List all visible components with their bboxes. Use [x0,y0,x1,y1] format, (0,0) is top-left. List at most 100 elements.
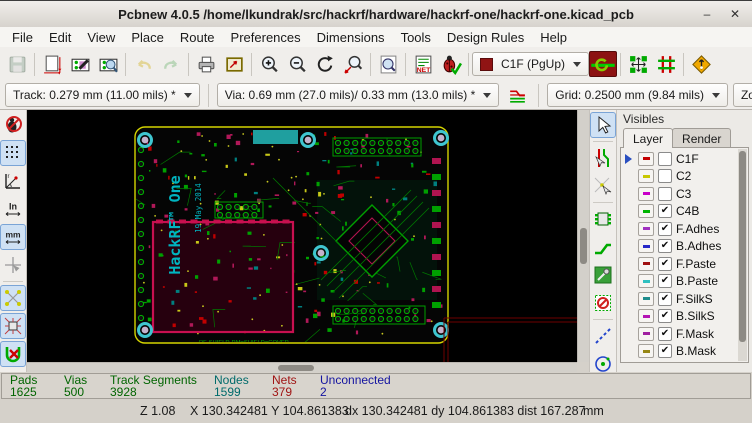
menu-tools[interactable]: Tools [393,29,439,46]
select-tool-button[interactable] [590,112,616,138]
layer-color-swatch[interactable] [638,152,654,166]
footprint-editor-button[interactable] [66,50,94,78]
layer-color-swatch[interactable] [638,309,654,323]
hscroll-thumb[interactable] [278,365,314,371]
via-size-combo[interactable]: Via: 0.69 mm (27.0 mils)/ 0.33 mm (13.0 … [217,83,500,107]
drc-off-button[interactable] [0,112,26,138]
layer-row[interactable]: B.Adhes [625,238,748,256]
save-button[interactable] [3,50,31,78]
print-button[interactable] [192,50,220,78]
footprint-browser-button[interactable] [94,50,122,78]
zoom-out-button[interactable] [283,50,311,78]
units-mm-button[interactable]: mm [0,224,26,250]
layer-row[interactable]: F.Adhes [625,220,748,238]
auto-delete-track-button[interactable] [0,341,26,367]
refresh-view-button[interactable] [311,50,339,78]
grid-combo[interactable]: Grid: 0.2500 mm (9.84 mils) [547,83,728,107]
vscroll-thumb[interactable] [580,228,587,264]
menu-help[interactable]: Help [532,29,575,46]
layer-row[interactable]: B.Paste [625,273,748,291]
menu-view[interactable]: View [79,29,123,46]
layer-color-swatch[interactable] [638,344,654,358]
layer-color-swatch[interactable] [638,292,654,306]
options-toolbar: Track: 0.279 mm (11.00 mils) * Via: 0.69… [0,81,752,110]
layer-color-swatch[interactable] [638,257,654,271]
menu-route[interactable]: Route [172,29,223,46]
layer-row[interactable]: F.SilkS [625,290,748,308]
local-ratsnest-button[interactable] [590,173,616,199]
layer-row[interactable]: C1F [625,150,748,168]
cursor-shape-button[interactable] [0,252,26,278]
layer-color-swatch[interactable] [638,239,654,253]
pcb-canvas[interactable]: HackRF™ One 19 May 2014 http://greatscot… [27,110,577,362]
layer-visibility-checkbox[interactable] [658,239,672,253]
layer-list-scrollbar[interactable] [738,149,747,361]
layer-row[interactable]: C3 [625,185,748,203]
layer-visibility-checkbox[interactable] [658,292,672,306]
ratsnest-visibility-button[interactable] [0,285,26,311]
layer-combo[interactable]: C1F (PgUp) [472,52,589,76]
undo-button[interactable] [129,50,157,78]
menu-edit[interactable]: Edit [41,29,79,46]
add-track-button[interactable] [590,234,616,260]
add-keepout-button[interactable] [590,290,616,316]
layer-color-swatch[interactable] [638,274,654,288]
tab-render[interactable]: Render [672,128,731,148]
add-graphic-line-button[interactable] [590,323,616,349]
zoom-page-button[interactable] [374,50,402,78]
polar-coordinates-button[interactable]: r [0,168,26,194]
menu-preferences[interactable]: Preferences [223,29,309,46]
track-width-combo[interactable]: Track: 0.279 mm (11.00 mils) * [5,83,200,107]
menu-design-rules[interactable]: Design Rules [439,29,532,46]
layer-color-swatch[interactable] [638,222,654,236]
layer-color-swatch[interactable] [638,169,654,183]
layer-color-swatch[interactable] [638,327,654,341]
layer-row[interactable]: F.Mask [625,325,748,343]
zoom-combo[interactable]: Zoom Auto [733,83,752,107]
layer-visibility-checkbox[interactable] [658,204,672,218]
freeroute-button[interactable] [687,50,715,78]
units-inches-button[interactable]: In [0,196,26,222]
layer-row[interactable]: C2 [625,168,748,186]
zoom-in-button[interactable] [255,50,283,78]
drc-button[interactable] [437,50,465,78]
pad-mode-button[interactable] [624,50,652,78]
layer-visibility-checkbox[interactable] [658,152,672,166]
layer-visibility-checkbox[interactable] [658,344,672,358]
tab-layer[interactable]: Layer [623,128,673,148]
close-button[interactable]: ✕ [724,4,746,24]
layer-scroll-thumb[interactable] [739,151,746,342]
layer-visibility-checkbox[interactable] [658,309,672,323]
layer-row[interactable]: C4B [625,203,748,221]
layer-visibility-checkbox[interactable] [658,257,672,271]
layer-visibility-checkbox[interactable] [658,169,672,183]
left-toolbar: r In mm [0,110,27,372]
menu-dimensions[interactable]: Dimensions [309,29,393,46]
layer-row[interactable]: B.Mask [625,343,748,361]
menu-place[interactable]: Place [123,29,172,46]
layer-row[interactable]: F.Paste [625,255,748,273]
layer-color-swatch[interactable] [638,187,654,201]
layer-row[interactable]: B.SilkS [625,308,748,326]
highlight-net-button[interactable] [590,145,616,171]
layer-visibility-checkbox[interactable] [658,327,672,341]
layer-visibility-checkbox[interactable] [658,222,672,236]
module-ratsnest-button[interactable] [0,313,26,339]
track-mode-button[interactable] [652,50,680,78]
zoom-selection-button[interactable] [339,50,367,78]
track-via-swap-button[interactable] [504,82,530,108]
layer-visibility-checkbox[interactable] [658,187,672,201]
layer-visibility-checkbox[interactable] [658,274,672,288]
add-footprint-button[interactable] [590,206,616,232]
netlist-button[interactable]: NET [409,50,437,78]
layer-color-swatch[interactable] [638,204,654,218]
plot-button[interactable] [220,50,248,78]
redo-button[interactable] [157,50,185,78]
via-size-button[interactable] [589,51,617,77]
minimize-button[interactable]: – [696,4,718,24]
add-zone-button[interactable] [590,262,616,288]
grid-visibility-button[interactable] [0,140,26,166]
menu-file[interactable]: File [4,29,41,46]
sheet-settings-button[interactable] [38,50,66,78]
visibles-tabs: Layer Render [620,128,749,148]
